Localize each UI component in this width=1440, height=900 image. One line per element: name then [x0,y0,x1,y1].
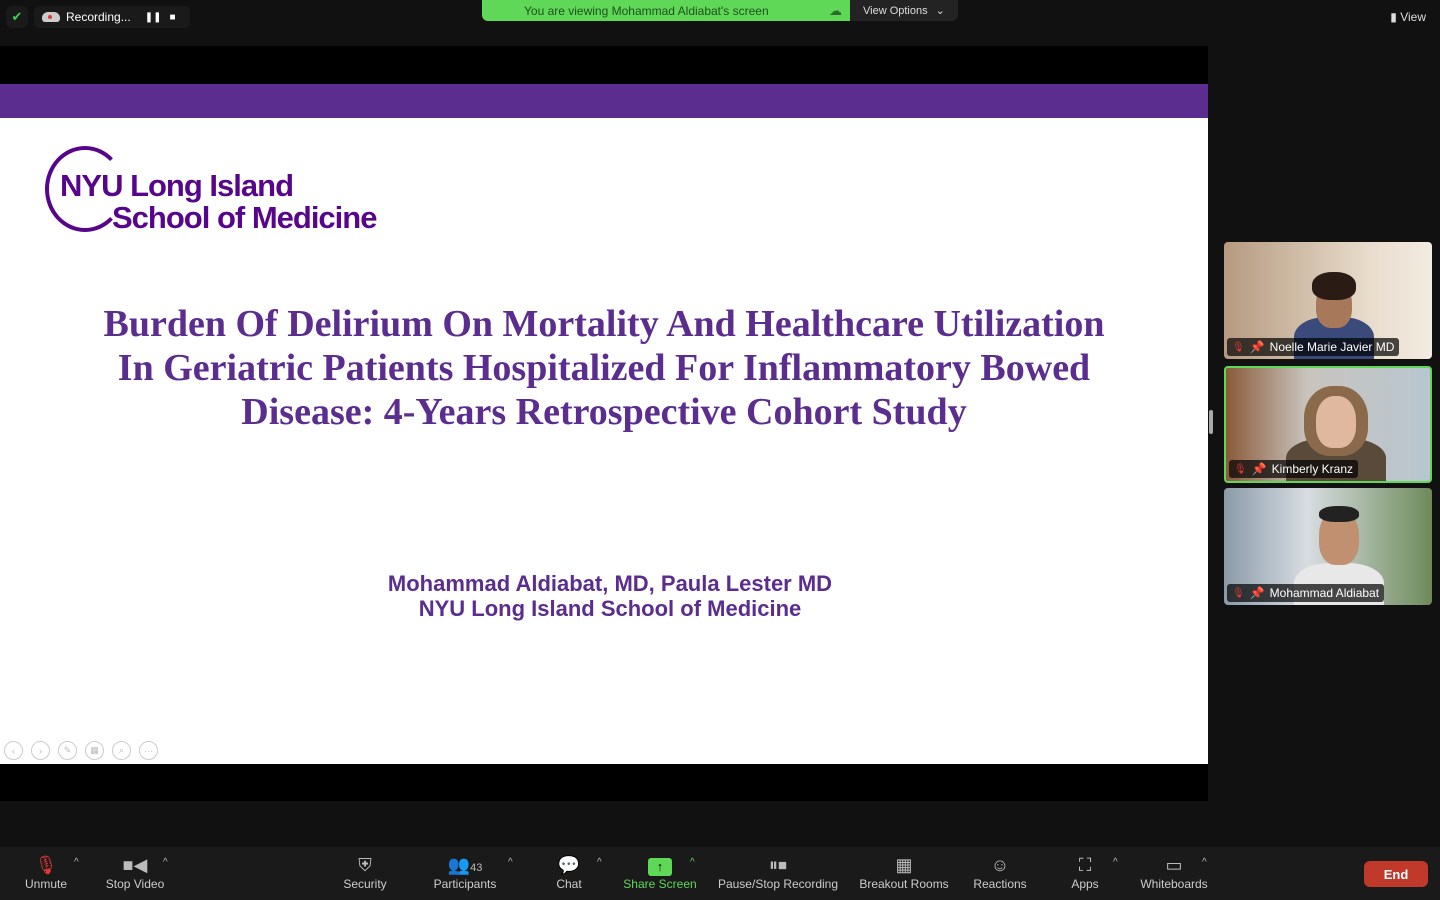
pin-icon: 📌 [1251,462,1267,476]
slide-authors: Mohammad Aldiabat, MD, Paula Lester MD N… [0,571,1220,621]
participant-name-tag: 🎙 📌 Mohammad Aldiabat [1227,584,1385,602]
panel-resize-handle[interactable] [1209,410,1213,434]
pen-icon[interactable]: ✎ [58,741,77,760]
pause-stop-icon: ⏸⏹ [769,855,787,875]
shield-icon: ⛨ [358,855,372,875]
video-camera-icon: ■◀ [122,855,148,875]
security-label: Security [343,877,387,891]
share-screen-caret-icon[interactable]: ^ [690,857,695,868]
share-screen-button[interactable]: ↑ Share Screen [620,853,700,891]
breakout-rooms-button[interactable]: ▦ Breakout Rooms [856,853,952,891]
pause-stop-recording-label: Pause/Stop Recording [717,877,839,891]
logo-line-1: NYU Long Island [60,168,294,203]
chat-caret-icon[interactable]: ^ [597,857,602,868]
participant-name: Mohammad Aldiabat [1269,586,1380,600]
chevron-down-icon: ⌄ [935,5,945,17]
viewing-banner: You are viewing Mohammad Aldiabat's scre… [482,0,850,21]
pin-icon: 📌 [1249,340,1265,354]
logo-line-2: School of Medicine [112,200,377,235]
whiteboards-label: Whiteboards [1140,877,1208,891]
participant-name: Kimberly Kranz [1271,462,1354,476]
cloud-recording-icon [42,12,60,22]
shared-screen: NYU Long Island School of Medicine Burde… [0,46,1208,801]
participants-icon: 👥43 [447,855,483,875]
next-slide-icon[interactable]: › [31,741,50,760]
view-options-button[interactable]: View Options ⌄ [850,0,958,21]
meeting-toolbar: 🎙 Unmute ^ ■◀ Stop Video ^ ⛨ Security 👥43 Pa… [0,847,1440,900]
pause-stop-recording-button[interactable]: ⏸⏹ Pause/Stop Recording [714,853,842,891]
apps-caret-icon[interactable]: ^ [1113,857,1118,868]
top-bar: ✔ Recording... ❚❚ ■ You are viewing Moha… [0,0,1440,36]
whiteboards-button[interactable]: ▭ Whiteboards [1136,853,1212,891]
end-meeting-button[interactable]: End [1364,861,1428,887]
video-tile-active-speaker[interactable]: 🎙 📌 Kimberly Kranz [1224,366,1432,483]
muted-mic-icon: 🎙 [1232,341,1245,353]
institution-line: NYU Long Island School of Medicine [418,596,802,621]
apps-label: Apps [1071,877,1099,891]
unmute-button[interactable]: 🎙 Unmute [22,853,70,891]
video-tile[interactable]: 🎙 📌 Noelle Marie Javier MD [1224,242,1432,359]
chat-bubble-icon: 💬 [557,855,581,875]
cloud-icon: ☁ [829,3,842,18]
video-tile[interactable]: 🎙 📌 Mohammad Aldiabat [1224,488,1432,605]
slide-title: Burden Of Delirium On Mortality And Heal… [103,303,1105,433]
viewing-banner-text: You are viewing Mohammad Aldiabat's scre… [524,3,769,18]
apps-icon: ⛶ [1078,855,1092,875]
muted-microphone-icon: 🎙 [34,855,58,875]
stop-video-button[interactable]: ■◀ Stop Video [100,853,170,891]
smiley-icon: ☺ [990,855,1010,875]
slides-grid-icon[interactable]: ▦ [85,741,104,760]
whiteboards-caret-icon[interactable]: ^ [1202,857,1207,868]
slide-header-band [0,84,1208,118]
pause-recording-icon[interactable]: ❚❚ [145,12,162,23]
security-button[interactable]: ⛨ Security [338,853,392,891]
participants-label: Participants [433,877,497,891]
participants-caret-icon[interactable]: ^ [508,857,513,868]
participants-button[interactable]: 👥43 Participants [428,853,502,891]
slide-tools: ‹ › ✎ ▦ ⌕ ··· [4,741,158,760]
audio-options-caret-icon[interactable]: ^ [74,857,79,868]
participant-name: Noelle Marie Javier MD [1269,340,1395,354]
stop-video-label: Stop Video [105,877,165,891]
security-shield-icon[interactable]: ✔ [6,6,28,28]
whiteboard-icon: ▭ [1165,855,1183,875]
unmute-label: Unmute [24,877,68,891]
participant-count: 43 [470,862,483,874]
apps-button[interactable]: ⛶ Apps [1066,853,1104,891]
authors-line: Mohammad Aldiabat, MD, Paula Lester MD [387,571,833,596]
zoom-icon[interactable]: ⌕ [112,741,131,760]
stop-recording-icon[interactable]: ■ [169,12,175,23]
share-screen-label: Share Screen [623,877,697,891]
view-label: View [1400,10,1426,24]
participant-name-tag: 🎙 📌 Kimberly Kranz [1229,460,1359,478]
share-screen-icon: ↑ [620,853,700,877]
nyu-logo: NYU Long Island School of Medicine [45,146,395,241]
recording-label: Recording... [66,10,131,24]
breakout-rooms-label: Breakout Rooms [859,877,949,891]
muted-mic-icon: 🎙 [1234,463,1247,475]
chat-label: Chat [556,877,582,891]
previous-slide-icon[interactable]: ‹ [4,741,23,760]
recording-indicator: Recording... ❚❚ ■ [34,6,190,28]
reactions-button[interactable]: ☺ Reactions [970,853,1030,891]
video-options-caret-icon[interactable]: ^ [163,857,168,868]
reactions-label: Reactions [973,877,1027,891]
view-options-label: View Options [863,4,928,17]
participant-name-tag: 🎙 📌 Noelle Marie Javier MD [1227,338,1400,356]
breakout-rooms-icon: ▦ [895,855,913,875]
presentation-slide: NYU Long Island School of Medicine Burde… [0,84,1208,764]
more-icon[interactable]: ··· [139,741,158,760]
muted-mic-icon: 🎙 [1232,587,1245,599]
view-button[interactable]: ▮ View [1390,10,1426,24]
pin-icon: 📌 [1249,586,1265,600]
chat-button[interactable]: 💬 Chat [550,853,588,891]
